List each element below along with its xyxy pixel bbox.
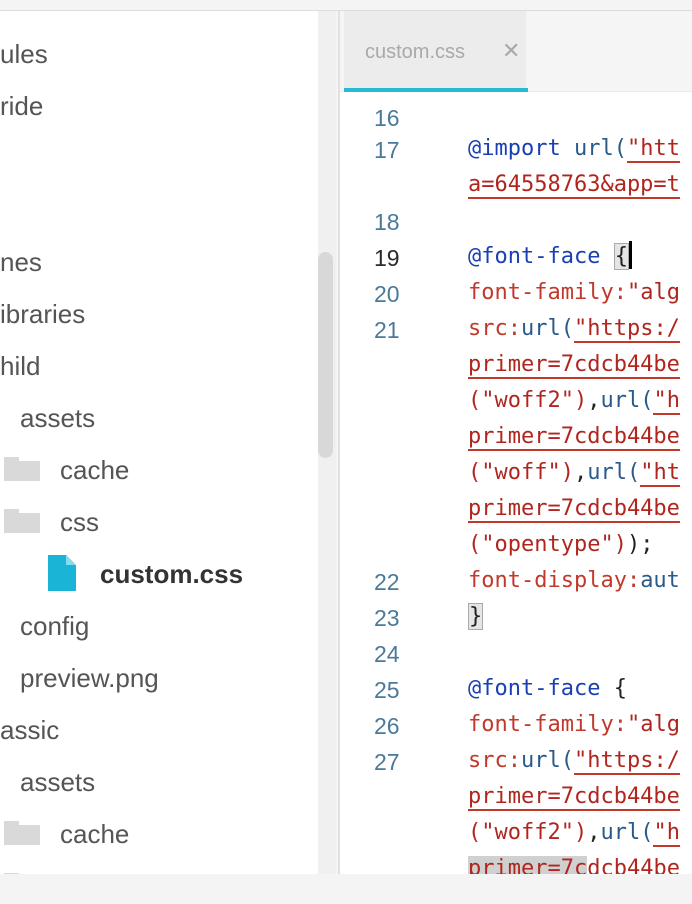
close-icon[interactable]: ✕ <box>502 38 520 64</box>
tree-item-override[interactable]: ride <box>0 80 43 132</box>
tree-item-label: assic <box>0 714 60 745</box>
line-number: 21 <box>374 317 400 343</box>
code-line-27-wrap: ("woff2"),url("h <box>468 820 680 847</box>
tree-item-css[interactable]: css <box>60 496 99 548</box>
line-number: 20 <box>374 281 400 307</box>
code-editor: custom.css ✕ 16 17 18 19 20 21 22 23 24 … <box>340 11 692 874</box>
tab-custom-css[interactable]: custom.css ✕ <box>344 11 526 91</box>
tree-item-assets[interactable]: assets <box>20 756 95 808</box>
code-line-21: src:url("https:/ <box>468 316 680 343</box>
line-number: 27 <box>374 749 400 775</box>
editor-tab-bar: custom.css ✕ <box>340 11 692 92</box>
code-line-27: src:url("https:/ <box>468 748 680 775</box>
tree-item-cache[interactable]: cache <box>60 808 129 860</box>
window-top-edge <box>0 0 692 11</box>
tree-item-label: assets <box>20 402 96 433</box>
tree-item-classic[interactable]: assic <box>0 704 59 756</box>
tree-item-label: assets <box>20 766 96 797</box>
code-line-22: font-display:aut <box>468 568 680 593</box>
active-tab-indicator <box>344 88 528 92</box>
text-cursor <box>628 241 632 269</box>
code-content[interactable]: 16 17 18 19 20 21 22 23 24 25 26 27 @imp… <box>340 93 692 874</box>
tree-item-label: cache <box>60 818 130 849</box>
code-line-21-wrap: ("opentype")); <box>468 532 654 557</box>
tree-item-label: css <box>60 506 99 537</box>
line-number: 23 <box>374 605 400 631</box>
tree-item-themes[interactable]: nes <box>0 236 42 288</box>
tree-item-label: cache <box>60 454 130 485</box>
file-tree-sidebar: ules ride nes ibraries hild assets cache… <box>0 11 318 874</box>
code-line-21-wrap: primer=7cdcb44be <box>468 424 680 451</box>
code-line-21-wrap: ("woff2"),url("h <box>468 388 680 415</box>
code-line-21-wrap: ("woff"),url("ht <box>468 460 680 487</box>
code-line-21-wrap: primer=7cdcb44be <box>468 352 680 379</box>
code-line-23: } <box>468 603 484 630</box>
code-line-20: font-family:"alg <box>468 280 680 305</box>
tree-item-child[interactable]: hild <box>0 340 40 392</box>
line-number: 22 <box>374 569 400 595</box>
tree-item-label: ride <box>0 90 44 121</box>
line-number: 26 <box>374 713 400 739</box>
code-line-26: font-family:"alg <box>468 712 680 737</box>
css-file-icon <box>48 555 76 591</box>
tree-item-label: config <box>20 610 90 641</box>
tree-item-preview-png[interactable]: preview.png <box>20 652 159 704</box>
code-line-27-wrap: primer=7cdcb44be <box>468 784 680 811</box>
tree-item-modules[interactable]: ules <box>0 28 48 80</box>
tree-item-config[interactable]: config <box>20 600 89 652</box>
selection-highlight: primer=7c <box>468 856 588 874</box>
tree-item-libraries[interactable]: ibraries <box>0 288 85 340</box>
line-number: 18 <box>374 209 400 235</box>
sidebar-scrollbar-thumb[interactable] <box>318 252 333 458</box>
line-number: 16 <box>374 105 400 131</box>
tree-item-assets[interactable]: assets <box>20 392 95 444</box>
folder-icon <box>4 821 40 845</box>
tree-item-label: preview.png <box>20 662 159 693</box>
tree-item-custom-css[interactable]: custom.css <box>100 548 243 600</box>
tree-item-label: ules <box>0 38 48 69</box>
tree-item-label: hild <box>0 350 41 381</box>
line-number: 17 <box>374 137 400 163</box>
code-line-17-wrap: a=64558763&app=t <box>468 172 680 199</box>
folder-icon <box>4 509 40 533</box>
code-line-17: @import url("htt <box>468 136 680 163</box>
folder-icon <box>4 457 40 481</box>
line-number: 24 <box>374 641 400 667</box>
code-line-21-wrap: primer=7cdcb44be <box>468 496 680 523</box>
line-number: 25 <box>374 677 400 703</box>
tree-item-label: ibraries <box>0 298 86 329</box>
code-line-19: @font-face { <box>468 239 632 275</box>
tree-item-cache[interactable]: cache <box>60 444 129 496</box>
bottom-bar <box>0 874 692 904</box>
line-number: 19 <box>374 245 400 271</box>
tree-item-label: nes <box>0 246 42 277</box>
code-line-27-wrap: primer=7cdcb44be <box>468 851 680 874</box>
tab-label: custom.css <box>365 41 466 63</box>
tree-item-label: custom.css <box>100 558 244 589</box>
code-line-25: @font-face { <box>468 676 627 701</box>
